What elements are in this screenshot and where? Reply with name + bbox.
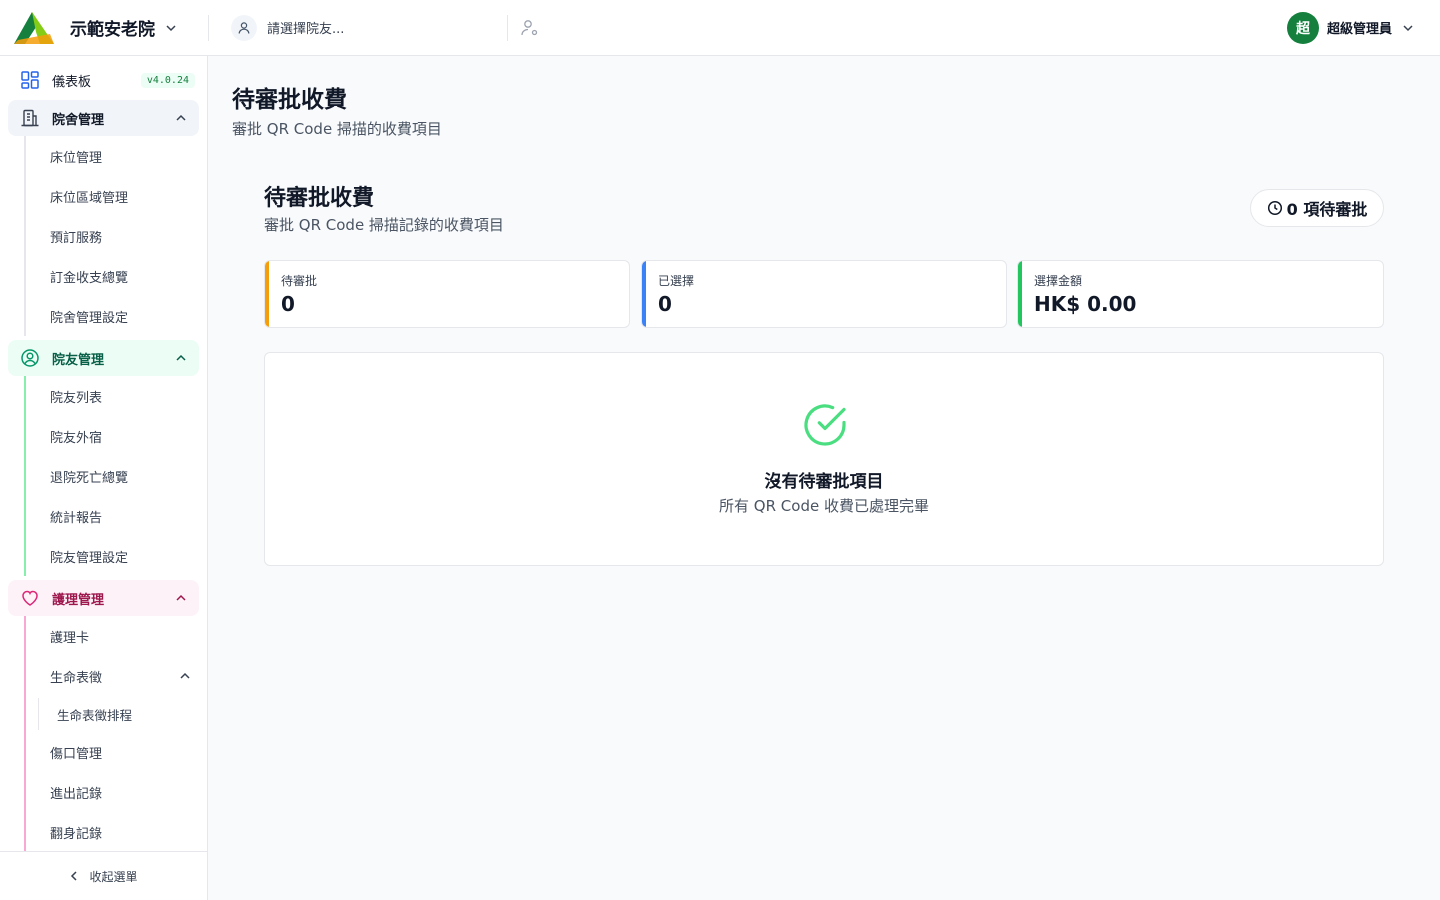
- sidebar: 儀表板 v4.0.24 院舍管理 床位管理 床位區域管理 預訂服務 訂金收支總覽…: [0, 56, 208, 900]
- sidebar-group-facility[interactable]: 院舍管理: [8, 100, 199, 136]
- dashboard-grid-icon: [21, 71, 39, 89]
- page-subtitle: 審批 QR Code 掃描的收費項目: [232, 120, 442, 138]
- chevron-up-icon: [176, 354, 186, 361]
- chevron-up-icon: [176, 114, 186, 121]
- avatar: 超: [1286, 11, 1319, 44]
- stat-value: 0: [658, 292, 672, 316]
- collapse-menu-button[interactable]: 收起選單: [0, 851, 207, 900]
- sidebar-item-dashboard[interactable]: 儀表板 v4.0.24: [8, 64, 199, 96]
- sidebar-nested-submenu: 生命表徵排程: [38, 696, 207, 732]
- user-settings-icon[interactable]: [520, 18, 540, 38]
- app-logo: [14, 11, 54, 44]
- sidebar-item-vital-signs[interactable]: 生命表徵: [24, 656, 207, 696]
- sidebar-nav: 儀表板 v4.0.24 院舍管理 床位管理 床位區域管理 預訂服務 訂金收支總覽…: [0, 56, 207, 851]
- sidebar-item-entry-exit-records[interactable]: 進出記錄: [24, 772, 207, 812]
- sidebar-item-resident-settings[interactable]: 院友管理設定: [24, 536, 207, 576]
- pending-count-label: 0 項待審批: [1286, 200, 1368, 219]
- heart-icon: [22, 590, 38, 606]
- stat-card-pending: 待審批 0: [264, 260, 630, 328]
- stat-accent-bar: [265, 261, 269, 327]
- top-bar: 示範安老院 請選擇院友... 超 超級管理員: [0, 0, 1440, 56]
- facility-switcher[interactable]: 示範安老院: [0, 0, 208, 56]
- stat-card-selected-amount: 選擇金額 HK$ 0.00: [1017, 260, 1384, 328]
- main-content: 待審批收費 審批 QR Code 掃描的收費項目 待審批收費 審批 QR Cod…: [208, 56, 1440, 900]
- stat-label: 待審批: [281, 274, 318, 288]
- page-title: 待審批收費: [232, 87, 347, 113]
- pending-count-badge: 0 項待審批: [1250, 189, 1384, 227]
- sidebar-item-bed-management[interactable]: 床位管理: [24, 136, 207, 176]
- sidebar-item-vital-signs-schedule[interactable]: 生命表徵排程: [38, 696, 207, 732]
- version-badge: v4.0.24: [140, 72, 195, 88]
- sidebar-group-label: 護理管理: [52, 592, 105, 608]
- sidebar-item-statistics-report[interactable]: 統計報告: [24, 496, 207, 536]
- collapse-menu-label: 收起選單: [89, 869, 138, 884]
- sidebar-item-deposit-overview[interactable]: 訂金收支總覽: [24, 256, 207, 296]
- resident-selector[interactable]: 請選擇院友...: [209, 0, 507, 56]
- sidebar-item-facility-settings[interactable]: 院舍管理設定: [24, 296, 207, 336]
- sidebar-item-nursing-card[interactable]: 護理卡: [24, 616, 207, 656]
- section-title: 待審批收費: [264, 186, 375, 211]
- empty-state-card: 沒有待審批項目 所有 QR Code 收費已處理完畢: [264, 352, 1384, 566]
- sidebar-group-residents[interactable]: 院友管理: [8, 340, 199, 376]
- stat-label: 選擇金額: [1034, 274, 1083, 288]
- sidebar-group-label: 院舍管理: [52, 112, 105, 128]
- stat-accent-bar: [642, 261, 646, 327]
- sidebar-submenu: 護理卡 生命表徵 生命表徵排程 傷口管理 進出記錄 翻身記錄: [24, 616, 207, 851]
- sidebar-item-booking-service[interactable]: 預訂服務: [24, 216, 207, 256]
- sidebar-item-wound-management[interactable]: 傷口管理: [24, 732, 207, 772]
- sidebar-group-nursing[interactable]: 護理管理: [8, 580, 199, 616]
- sidebar-submenu: 院友列表 院友外宿 退院死亡總覽 統計報告 院友管理設定: [24, 376, 207, 576]
- user-menu[interactable]: 超 超級管理員: [1286, 11, 1414, 44]
- sidebar-item-label: 生命表徵: [50, 670, 103, 686]
- sidebar-item-label: 儀表板: [52, 74, 92, 90]
- chevron-down-icon: [1403, 24, 1413, 31]
- check-circle-icon: [804, 404, 846, 446]
- sidebar-item-resident-overnight[interactable]: 院友外宿: [24, 416, 207, 456]
- sidebar-submenu: 床位管理 床位區域管理 預訂服務 訂金收支總覽 院舍管理設定: [24, 136, 207, 336]
- chevron-down-icon: [166, 24, 176, 31]
- chevron-left-icon: [71, 871, 78, 881]
- sidebar-item-discharge-overview[interactable]: 退院死亡總覽: [24, 456, 207, 496]
- user-circle-icon: [21, 349, 39, 367]
- stat-card-selected: 已選擇 0: [641, 260, 1007, 328]
- stat-label: 已選擇: [658, 274, 695, 288]
- empty-state-title: 沒有待審批項目: [764, 472, 884, 492]
- stat-value: HK$ 0.00: [1034, 292, 1137, 316]
- building-icon: [21, 109, 39, 127]
- clock-icon: [1267, 200, 1282, 216]
- sidebar-group-label: 院友管理: [52, 352, 105, 368]
- chevron-up-icon: [176, 594, 186, 601]
- section-subtitle: 審批 QR Code 掃描記錄的收費項目: [264, 216, 504, 234]
- stat-value: 0: [281, 292, 295, 316]
- empty-state-subtitle: 所有 QR Code 收費已處理完畢: [719, 497, 929, 515]
- facility-name: 示範安老院: [70, 20, 155, 40]
- resident-selector-placeholder: 請選擇院友...: [267, 22, 345, 37]
- sidebar-item-turning-records[interactable]: 翻身記錄: [24, 812, 207, 851]
- divider: [507, 14, 508, 41]
- stat-accent-bar: [1018, 261, 1022, 327]
- sidebar-item-bed-zone-management[interactable]: 床位區域管理: [24, 176, 207, 216]
- user-icon: [231, 14, 257, 41]
- chevron-up-icon: [180, 672, 190, 679]
- sidebar-item-resident-list[interactable]: 院友列表: [24, 376, 207, 416]
- user-name: 超級管理員: [1326, 22, 1392, 37]
